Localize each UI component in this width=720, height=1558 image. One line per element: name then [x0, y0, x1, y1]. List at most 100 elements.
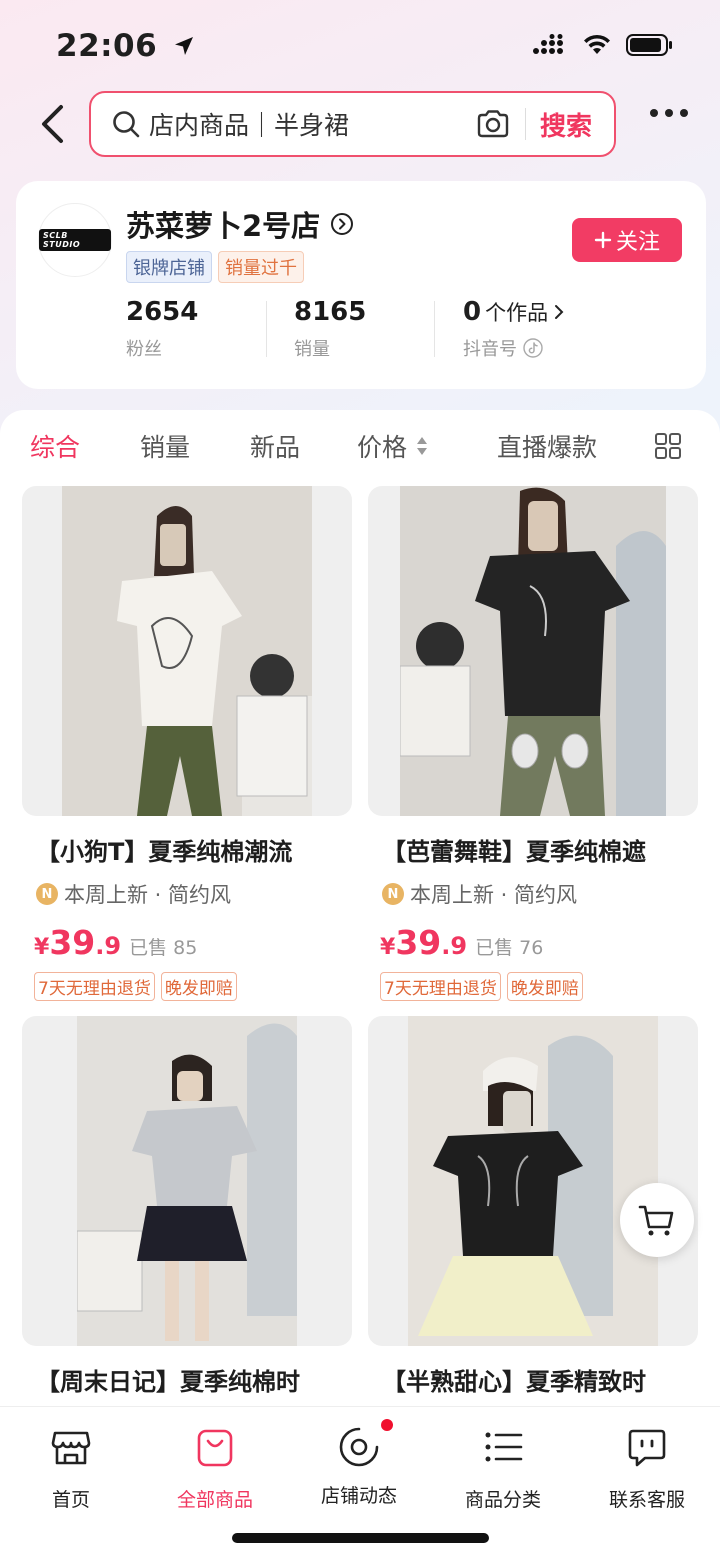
camera-icon[interactable]: [475, 106, 511, 142]
price-integer: 39: [49, 923, 96, 962]
currency-symbol: ¥: [380, 935, 396, 960]
product-title[interactable]: 【小狗T】夏季纯棉潮流: [36, 832, 336, 867]
douyin-id-label: 抖音号: [463, 335, 566, 361]
live-icon: [339, 1427, 379, 1467]
shop-logo-text: SCLB STUDIO: [39, 229, 111, 251]
clock: 22:06: [56, 28, 158, 64]
shop-name[interactable]: 苏菜萝卜2号店: [126, 203, 354, 245]
cart-icon: [638, 1205, 674, 1236]
status-icons: [532, 33, 674, 57]
silver-shop-badge: 银牌店铺: [126, 251, 212, 283]
works-stat[interactable]: 0 个作品 抖音号: [463, 297, 566, 361]
home-indicator[interactable]: [232, 1533, 489, 1543]
fans-stat[interactable]: 2654 粉丝: [126, 297, 198, 361]
product-card[interactable]: 【周末日记】夏季纯棉时: [22, 1016, 352, 1397]
product-price: ¥39.9: [34, 923, 121, 962]
service-tags: 7天无理由退货 晚发即赔: [34, 972, 352, 1001]
nav-all-products-label: 全部商品: [176, 1489, 253, 1511]
tab-new[interactable]: 新品: [250, 428, 300, 464]
circle-chevron-right-icon: [331, 213, 354, 235]
tab-price-label: 价格: [357, 433, 408, 462]
product-image[interactable]: [22, 486, 352, 816]
nav-shop-updates[interactable]: 店铺动态: [299, 1419, 419, 1508]
back-button[interactable]: [30, 102, 74, 146]
cellular-signal-icon: [533, 34, 563, 54]
wifi-icon: [584, 34, 610, 54]
sort-arrows-icon: [417, 437, 428, 455]
late-delivery-tag: 晚发即赔: [506, 972, 583, 1001]
sold-count: 已售 85: [129, 937, 198, 959]
nav-all-products[interactable]: 全部商品: [155, 1425, 275, 1512]
tab-live-hot[interactable]: 直播爆款: [497, 428, 597, 464]
nav-shop-updates-label: 店铺动态: [320, 1485, 397, 1507]
product-tags-text: 本周上新 · 简约风: [64, 883, 232, 907]
product-photo: [77, 1016, 297, 1346]
return-policy-tag: 7天无理由退货: [34, 972, 155, 1001]
shop-card: SCLB STUDIO 苏菜萝卜2号店 银牌店铺 销量过千 关注 2654 粉丝…: [16, 181, 706, 389]
sort-tabs: 综合 销量 新品 价格 直播爆款: [0, 428, 720, 468]
chevron-left-icon: [42, 105, 63, 143]
shop-stats: 2654 粉丝 8165 销量 0 个作品 抖音号: [16, 297, 706, 361]
product-photo: [408, 1016, 658, 1346]
floating-cart-button[interactable]: [620, 1183, 694, 1257]
tab-comprehensive[interactable]: 综合: [30, 428, 80, 464]
dot-icon: [650, 109, 658, 117]
product-price: ¥39.9: [380, 923, 467, 962]
sales-label: 销量: [294, 339, 330, 360]
status-time: 22:06: [56, 28, 196, 64]
product-title[interactable]: 【半熟甜心】夏季精致时: [382, 1362, 682, 1397]
follow-label: 关注: [615, 230, 660, 255]
service-tags: 7天无理由退货 晚发即赔: [380, 972, 698, 1001]
search-icon: [113, 111, 140, 138]
stat-divider: [434, 301, 435, 357]
tab-sales[interactable]: 销量: [140, 428, 190, 464]
product-card[interactable]: 【芭蕾舞鞋】夏季纯棉遮 N 本周上新 · 简约风 ¥39.9 已售 76 7天无…: [368, 486, 698, 1001]
works-label: 抖音号: [463, 339, 517, 360]
product-image[interactable]: [368, 486, 698, 816]
product-card[interactable]: 【小狗T】夏季纯棉潮流 N 本周上新 · 简约风 ¥39.9 已售 85 7天无…: [22, 486, 352, 1001]
sold-count: 已售 76: [475, 937, 544, 959]
search-input[interactable]: 店内商品｜半身裙: [149, 106, 475, 142]
search-box[interactable]: 店内商品｜半身裙 搜索: [89, 91, 616, 157]
follow-button[interactable]: 关注: [572, 218, 682, 262]
price-integer: 39: [395, 923, 442, 962]
product-title[interactable]: 【周末日记】夏季纯棉时: [36, 1362, 336, 1397]
grid-view-icon[interactable]: [654, 432, 682, 460]
return-policy-tag: 7天无理由退货: [380, 972, 501, 1001]
tab-price[interactable]: 价格: [357, 428, 429, 464]
sales-count: 8165: [294, 297, 367, 327]
plus-icon: [594, 231, 612, 249]
nav-customer-service[interactable]: 联系客服: [587, 1425, 707, 1512]
product-image[interactable]: [368, 1016, 698, 1346]
more-options-button[interactable]: [650, 109, 688, 117]
chat-icon: [628, 1429, 666, 1467]
stat-divider: [266, 301, 267, 357]
battery-icon: [626, 34, 672, 56]
dot-icon: [665, 109, 673, 117]
product-photo: [400, 486, 666, 816]
status-bar: 22:06: [0, 0, 720, 92]
tiktok-icon: [523, 338, 543, 358]
price-row: ¥39.9 已售 85: [34, 923, 352, 962]
shop-badges: 银牌店铺 销量过千: [126, 251, 304, 283]
product-tags-text: 本周上新 · 简约风: [410, 883, 578, 907]
store-icon: [51, 1431, 91, 1465]
product-title[interactable]: 【芭蕾舞鞋】夏季纯棉遮: [382, 832, 682, 867]
product-image[interactable]: [22, 1016, 352, 1346]
list-icon: [485, 1432, 523, 1462]
shop-logo[interactable]: SCLB STUDIO: [38, 203, 112, 277]
new-badge-icon: N: [36, 883, 58, 905]
nav-categories[interactable]: 商品分类: [443, 1425, 563, 1512]
nav-categories-label: 商品分类: [464, 1489, 541, 1511]
fans-count: 2654: [126, 297, 199, 327]
sales-stat[interactable]: 8165 销量: [294, 297, 366, 361]
live-icon-wrap: [337, 1419, 393, 1469]
bag-icon: [197, 1429, 233, 1467]
notification-dot: [381, 1419, 393, 1431]
product-panel: 综合 销量 新品 价格 直播爆款 【小狗T】夏季纯棉潮流 N 本周上新 · 简约…: [0, 410, 720, 1406]
search-button[interactable]: 搜索: [540, 106, 592, 143]
nav-home[interactable]: 首页: [11, 1425, 131, 1512]
dot-icon: [680, 109, 688, 117]
product-tags: N 本周上新 · 简约风: [382, 879, 698, 909]
sales-badge: 销量过千: [218, 251, 304, 283]
